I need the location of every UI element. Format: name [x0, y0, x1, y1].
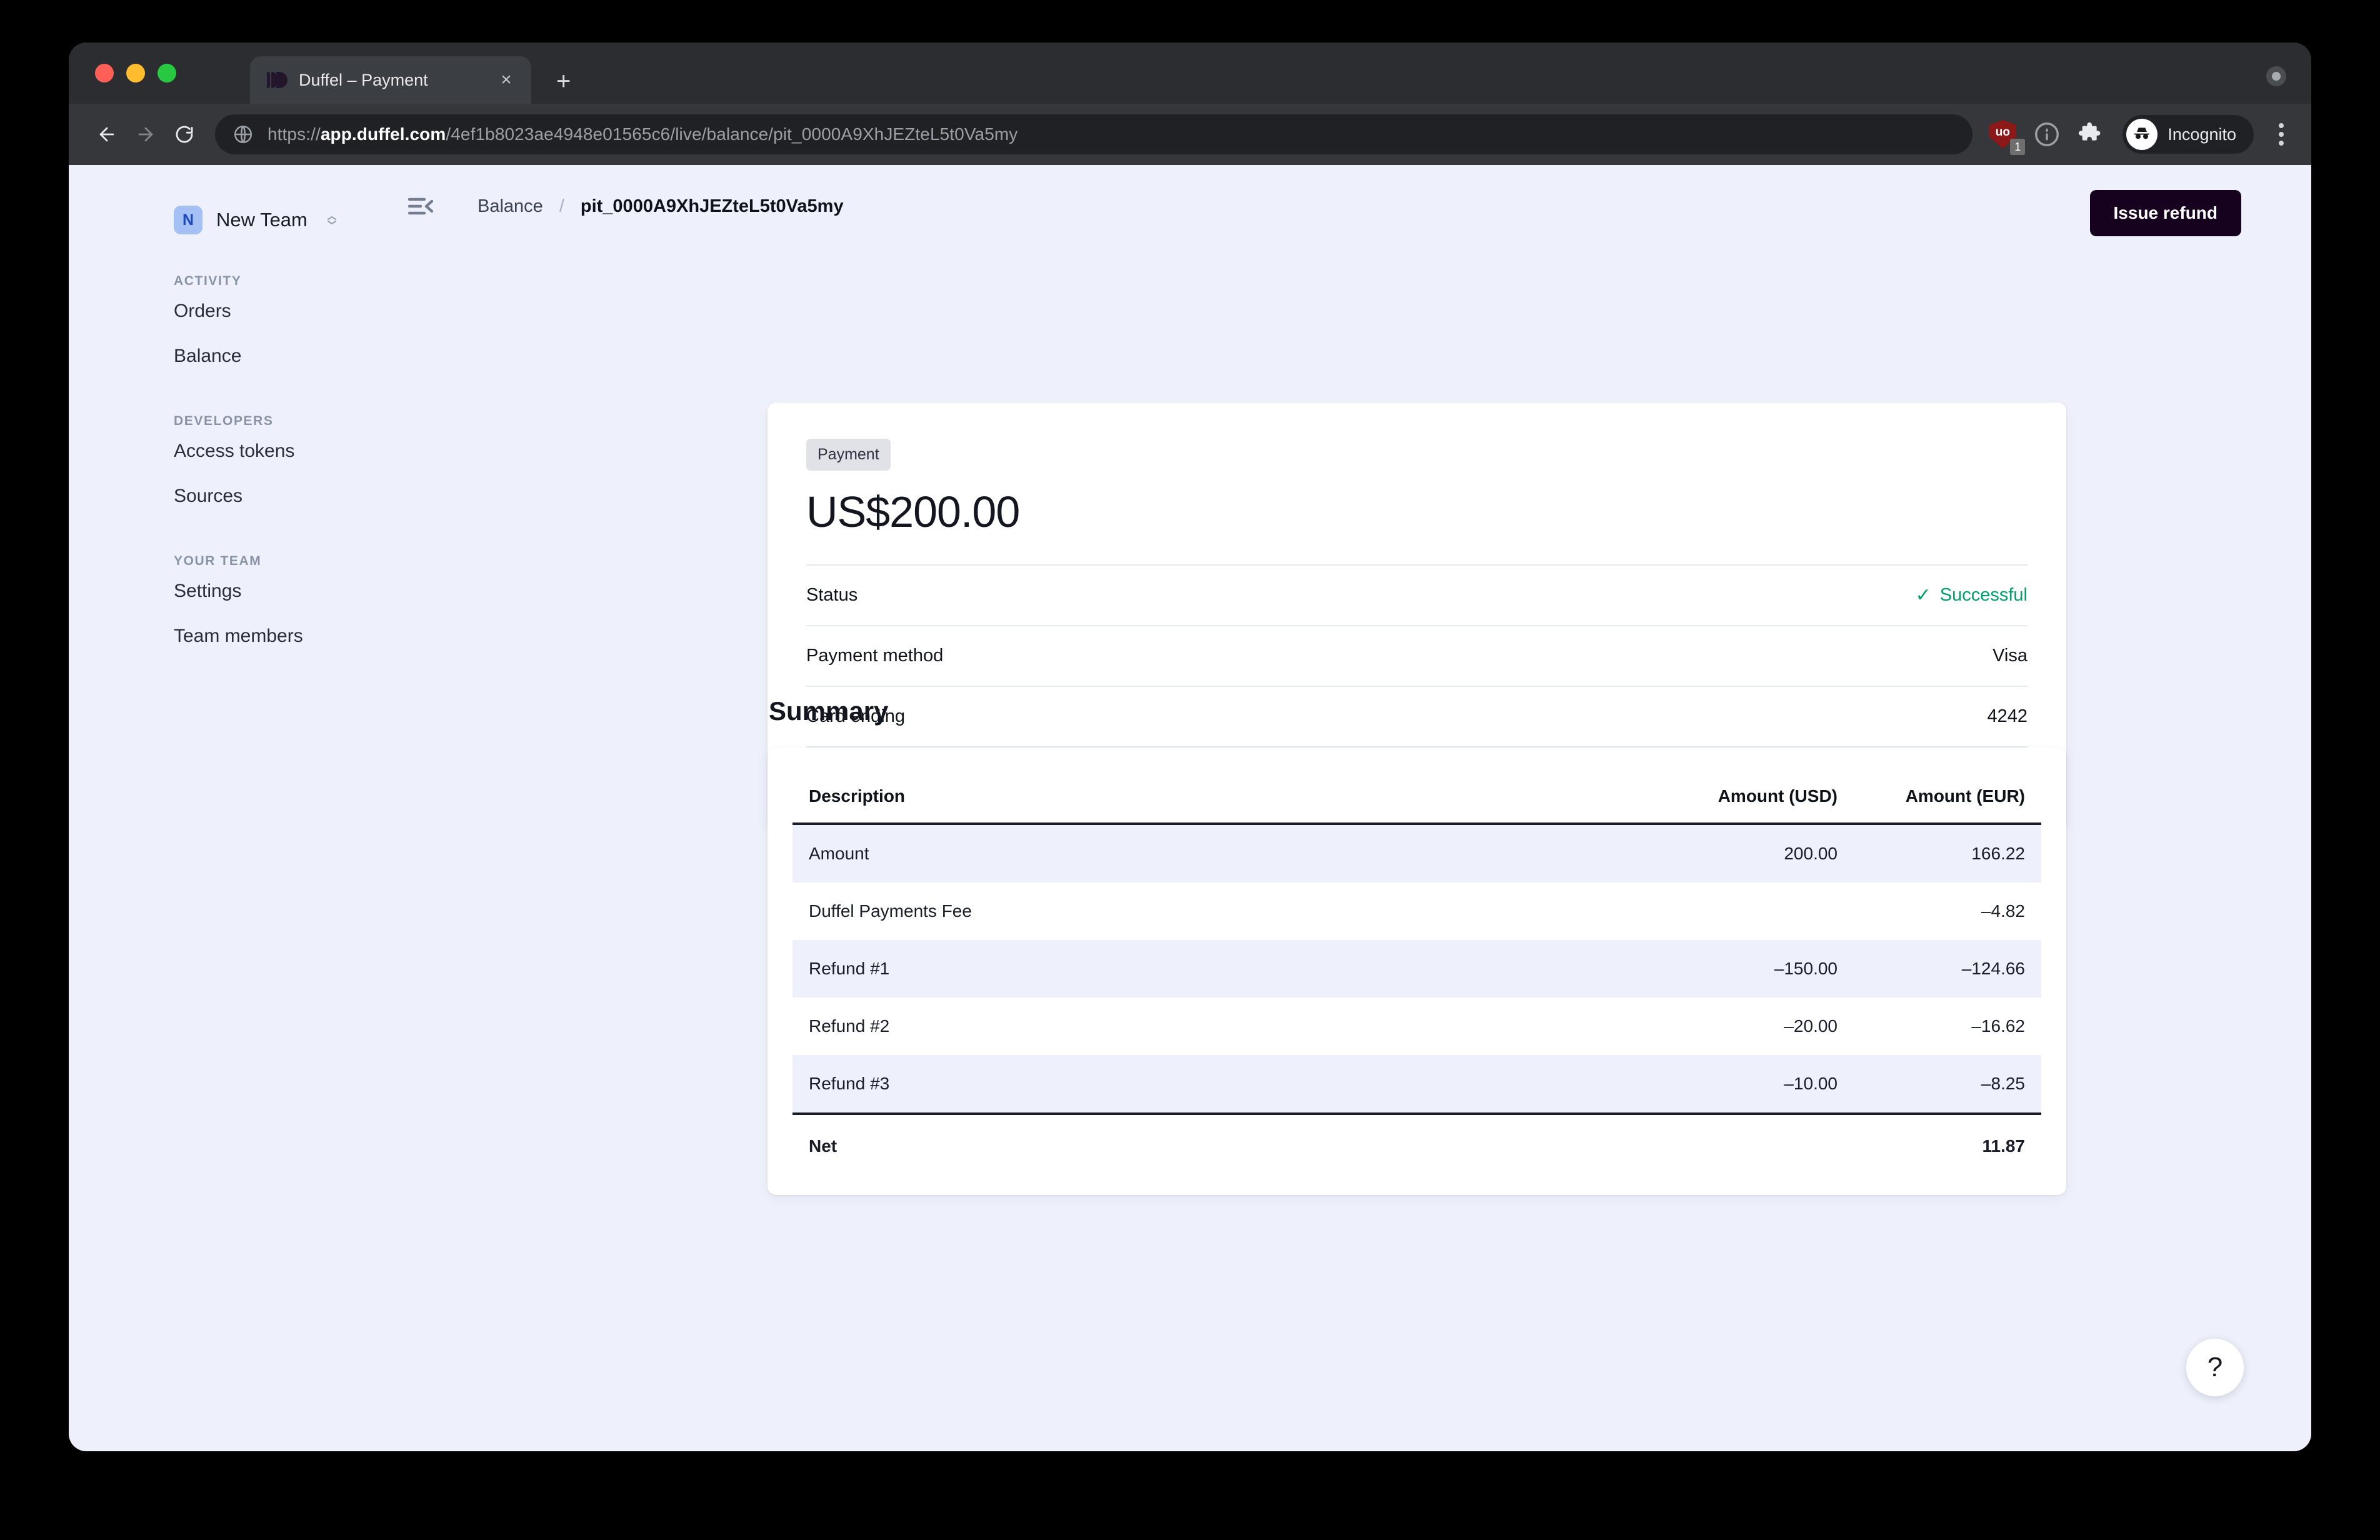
- detail-label: Payment method: [806, 646, 944, 666]
- sidebar-item-access-tokens[interactable]: Access tokens: [69, 429, 711, 474]
- breadcrumb-current: pit_0000A9XhJEZteL5t0Va5my: [580, 196, 844, 216]
- detail-label: Status: [806, 585, 858, 605]
- help-button[interactable]: ?: [2186, 1339, 2244, 1396]
- status-text: Successful: [1939, 585, 2028, 605]
- detail-value: Visa: [1992, 646, 2028, 666]
- extensions-puzzle-icon[interactable]: [2078, 120, 2106, 149]
- table-row: Refund #1 –150.00 –124.66: [792, 940, 2041, 998]
- status-badge: ✓ Successful: [1916, 585, 2028, 606]
- new-tab-button[interactable]: +: [556, 69, 571, 94]
- browser-tab[interactable]: Duffel – Payment ×: [250, 56, 531, 104]
- table-row: Duffel Payments Fee –4.82: [792, 882, 2041, 940]
- sidebar-item-team-members[interactable]: Team members: [69, 614, 711, 659]
- payment-amount: US$200.00: [806, 488, 1020, 536]
- cell-amount-eur: 166.22: [1971, 844, 2025, 863]
- table-row: Refund #2 –20.00 –16.62: [792, 998, 2041, 1055]
- close-icon[interactable]: ×: [494, 71, 519, 89]
- cell-description: Refund #2: [809, 1016, 890, 1036]
- summary-card: Description Amount (USD) Amount (EUR) Am…: [768, 748, 2066, 1195]
- cell-amount-usd: –150.00: [1774, 959, 1838, 978]
- tab-title: Duffel – Payment: [299, 70, 428, 89]
- detail-row-payment-method: Payment method Visa: [806, 625, 2028, 686]
- check-icon: ✓: [1915, 584, 1931, 606]
- browser-window: Duffel – Payment × + https://app.duffel.…: [69, 42, 2311, 1451]
- cell-description: Refund #1: [809, 959, 890, 978]
- cell-description: Amount: [809, 844, 869, 863]
- topbar: Balance / pit_0000A9XhJEZteL5t0Va5my Iss…: [408, 165, 2311, 248]
- globe-icon: [232, 124, 254, 145]
- address-bar[interactable]: https://app.duffel.com/4ef1b8023ae4948e0…: [215, 114, 1973, 154]
- summary-table-body: Amount 200.00 166.22 Duffel Payments Fee…: [792, 824, 2041, 1114]
- back-button[interactable]: [88, 115, 126, 154]
- tab-strip: Duffel – Payment × +: [69, 42, 2311, 104]
- summary-heading: Summary: [769, 696, 889, 726]
- summary-table: Description Amount (USD) Amount (EUR) Am…: [792, 775, 2041, 1162]
- reload-button[interactable]: [165, 115, 204, 154]
- chevron-up-down-icon: [325, 216, 339, 224]
- table-row-net: Net 11.87: [792, 1114, 2041, 1162]
- window-traffic-lights: [95, 64, 176, 82]
- payment-type-badge: Payment: [806, 439, 891, 471]
- table-row: Amount 200.00 166.22: [792, 824, 2041, 882]
- sidebar-section-developers: DEVELOPERS: [174, 414, 274, 428]
- issue-refund-button[interactable]: Issue refund: [2089, 190, 2241, 236]
- cell-amount-usd: –10.00: [1784, 1074, 1838, 1093]
- forward-button[interactable]: [126, 115, 165, 154]
- sidebar: N New Team ACTIVITY Orders Balance DEVEL…: [69, 165, 711, 1451]
- cell-net-eur: 11.87: [1982, 1136, 2025, 1156]
- cell-amount-eur: –8.25: [1981, 1074, 2025, 1093]
- browser-menu-button[interactable]: [2270, 118, 2292, 151]
- column-header-description: Description: [809, 786, 906, 806]
- cell-net-usd: [1666, 1114, 1854, 1162]
- detail-row-status: Status ✓ Successful: [806, 564, 2028, 625]
- column-header-amount-usd: Amount (USD): [1718, 786, 1838, 806]
- cell-amount-usd: [1666, 882, 1854, 940]
- team-avatar: N: [174, 206, 202, 234]
- sidebar-section-your-team: YOUR TEAM: [174, 554, 262, 568]
- cell-description: Duffel Payments Fee: [809, 901, 972, 921]
- cell-description: Refund #3: [809, 1074, 890, 1093]
- minimize-window-button[interactable]: [126, 64, 145, 82]
- close-window-button[interactable]: [95, 64, 114, 82]
- collapse-sidebar-icon[interactable]: [405, 190, 438, 222]
- sidebar-item-balance[interactable]: Balance: [69, 334, 711, 379]
- breadcrumb-balance-link[interactable]: Balance: [478, 196, 543, 217]
- incognito-label: Incognito: [2168, 124, 2236, 144]
- team-name: New Team: [216, 209, 308, 231]
- url-text: https://app.duffel.com/4ef1b8023ae4948e0…: [268, 124, 1018, 144]
- column-header-amount-eur: Amount (EUR): [1905, 786, 2025, 806]
- ublock-origin-icon[interactable]: uo 1: [1989, 120, 2026, 155]
- sidebar-item-orders[interactable]: Orders: [69, 289, 711, 334]
- detail-value: 4242: [1987, 706, 2028, 726]
- cell-amount-usd: 200.00: [1784, 844, 1838, 863]
- summary-table-head: Description Amount (USD) Amount (EUR): [792, 775, 2041, 824]
- ublock-badge-count: 1: [2010, 139, 2026, 155]
- duffel-logo-icon: [266, 69, 288, 91]
- breadcrumb-separator: /: [559, 196, 564, 216]
- info-circle-icon[interactable]: [2032, 120, 2061, 149]
- toolbar-icons: uo 1 Incognito: [1989, 115, 2292, 155]
- table-header-row: Description Amount (USD) Amount (EUR): [792, 775, 2041, 824]
- cell-net-label: Net: [809, 1136, 838, 1156]
- tab-search-icon[interactable]: [2266, 66, 2286, 86]
- sidebar-item-sources[interactable]: Sources: [69, 474, 711, 519]
- incognito-icon: [2126, 119, 2158, 150]
- summary-table-foot: Net 11.87: [792, 1114, 2041, 1162]
- cell-amount-eur: –4.82: [1981, 901, 2025, 921]
- sidebar-section-activity: ACTIVITY: [174, 274, 242, 288]
- cell-amount-eur: –124.66: [1961, 959, 2025, 978]
- cell-amount-eur: –16.62: [1971, 1016, 2025, 1036]
- incognito-profile-button[interactable]: Incognito: [2122, 115, 2254, 154]
- table-row: Refund #3 –10.00 –8.25: [792, 1055, 2041, 1114]
- cell-amount-usd: –20.00: [1784, 1016, 1838, 1036]
- maximize-window-button[interactable]: [158, 64, 176, 82]
- breadcrumb: Balance / pit_0000A9XhJEZteL5t0Va5my: [478, 196, 844, 217]
- detail-row-card-ending: Card ending 4242: [806, 686, 2028, 746]
- page-viewport: N New Team ACTIVITY Orders Balance DEVEL…: [69, 165, 2311, 1451]
- main-content: Payment US$200.00 Status ✓ Successful Pa…: [711, 248, 2311, 1451]
- browser-toolbar: https://app.duffel.com/4ef1b8023ae4948e0…: [69, 104, 2311, 165]
- sidebar-item-settings[interactable]: Settings: [69, 569, 711, 614]
